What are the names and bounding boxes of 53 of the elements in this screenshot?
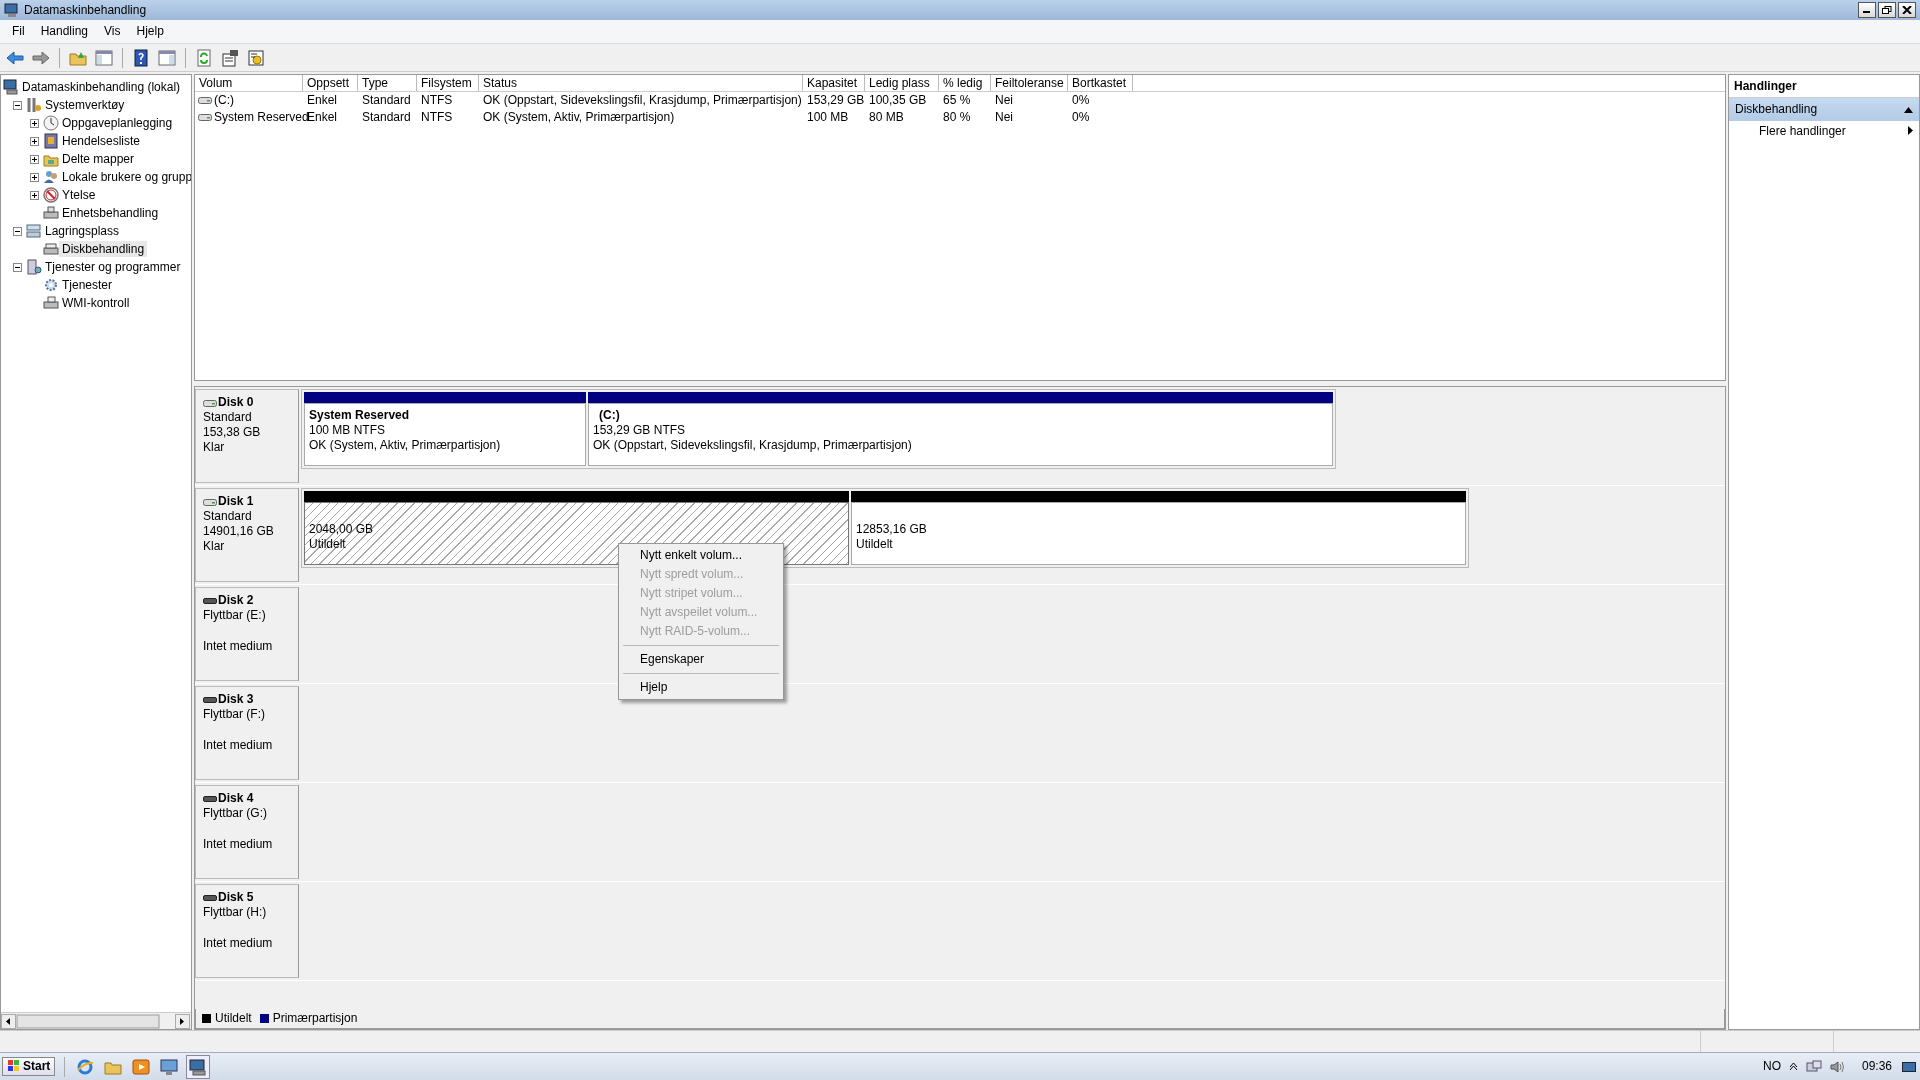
table-cell-text: (C:) <box>213 92 235 109</box>
partition-title: (C:) <box>598 408 621 423</box>
partition-status: Utildelt <box>309 537 347 552</box>
table-cell-text: 100 MB <box>806 109 850 126</box>
disk-name: Disk 2 <box>218 593 254 608</box>
disk-name: Disk 4 <box>218 791 254 806</box>
disk-type: Flyttbar (G:) <box>203 806 268 821</box>
partition-size: 153,29 GB NTFS <box>593 423 687 438</box>
partition-status: OK (System, Aktiv, Primærpartisjon) <box>309 438 502 453</box>
disk-type: Standard <box>203 509 253 524</box>
disk-type: Standard <box>203 410 253 425</box>
disk-size: 153,38 GB <box>203 425 262 440</box>
disk-size: 14901,16 GB <box>203 524 275 539</box>
partition-title: System Reserved <box>309 408 411 423</box>
table-cell-text: Standard <box>361 92 412 109</box>
table-cell-text: 80 % <box>942 109 972 126</box>
disk-name: Disk 5 <box>218 890 254 905</box>
table-cell-text: 0% <box>1071 109 1091 126</box>
disk-status: Klar <box>203 539 226 554</box>
disk-status: Intet medium <box>203 738 274 753</box>
action-label: Flere handlinger <box>1759 123 1846 139</box>
partition-size: 12853,16 GB <box>856 522 928 537</box>
legend-label: Primærpartisjon <box>272 1011 358 1026</box>
partition-status: Utildelt <box>856 537 894 552</box>
disk-type: Flyttbar (E:) <box>203 608 267 623</box>
legend-label: Utildelt <box>215 1011 252 1026</box>
disk-status: Intet medium <box>203 639 274 654</box>
disk-type: Flyttbar (H:) <box>203 905 268 920</box>
disk-name: Disk 1 <box>218 494 254 509</box>
table-cell-text: 65 % <box>942 92 972 109</box>
disk-name: Disk 3 <box>218 692 254 707</box>
section-title: Diskbehandling <box>1735 102 1818 117</box>
disk-name: Disk 0 <box>218 395 254 410</box>
table-cell-text: 0% <box>1071 92 1091 109</box>
window-title: Datamaskinbehandling <box>24 2 147 18</box>
table-cell-text: Standard <box>361 109 412 126</box>
table-cell-text: NTFS <box>420 109 454 126</box>
disk-type: Flyttbar (F:) <box>203 707 266 722</box>
disk-status: Intet medium <box>203 837 274 852</box>
table-cell-text: Nei <box>994 92 1014 109</box>
partition-size: 100 MB NTFS <box>309 423 387 438</box>
table-cell-text: 153,29 GB <box>806 92 865 109</box>
partition-size: 2048,00 GB <box>309 522 375 537</box>
table-cell-text: Enkel <box>306 92 339 109</box>
table-cell-text: OK (Oppstart, Sidevekslingsfil, Krasjdump, Primærpartisjon) <box>482 92 803 109</box>
disk-status: Intet medium <box>203 936 274 951</box>
table-cell-text: Nei <box>994 109 1014 126</box>
table-cell-text: OK (System, Aktiv, Primærpartisjon) <box>482 109 676 126</box>
table-cell-text: 80 MB <box>868 109 905 126</box>
table-cell-text: 100,35 GB <box>868 92 928 109</box>
disk-status: Klar <box>203 440 226 455</box>
table-cell-text: NTFS <box>420 92 454 109</box>
partition-status: OK (Oppstart, Sidevekslingsfil, Krasjdump, Primærpartisjon) <box>593 438 913 453</box>
